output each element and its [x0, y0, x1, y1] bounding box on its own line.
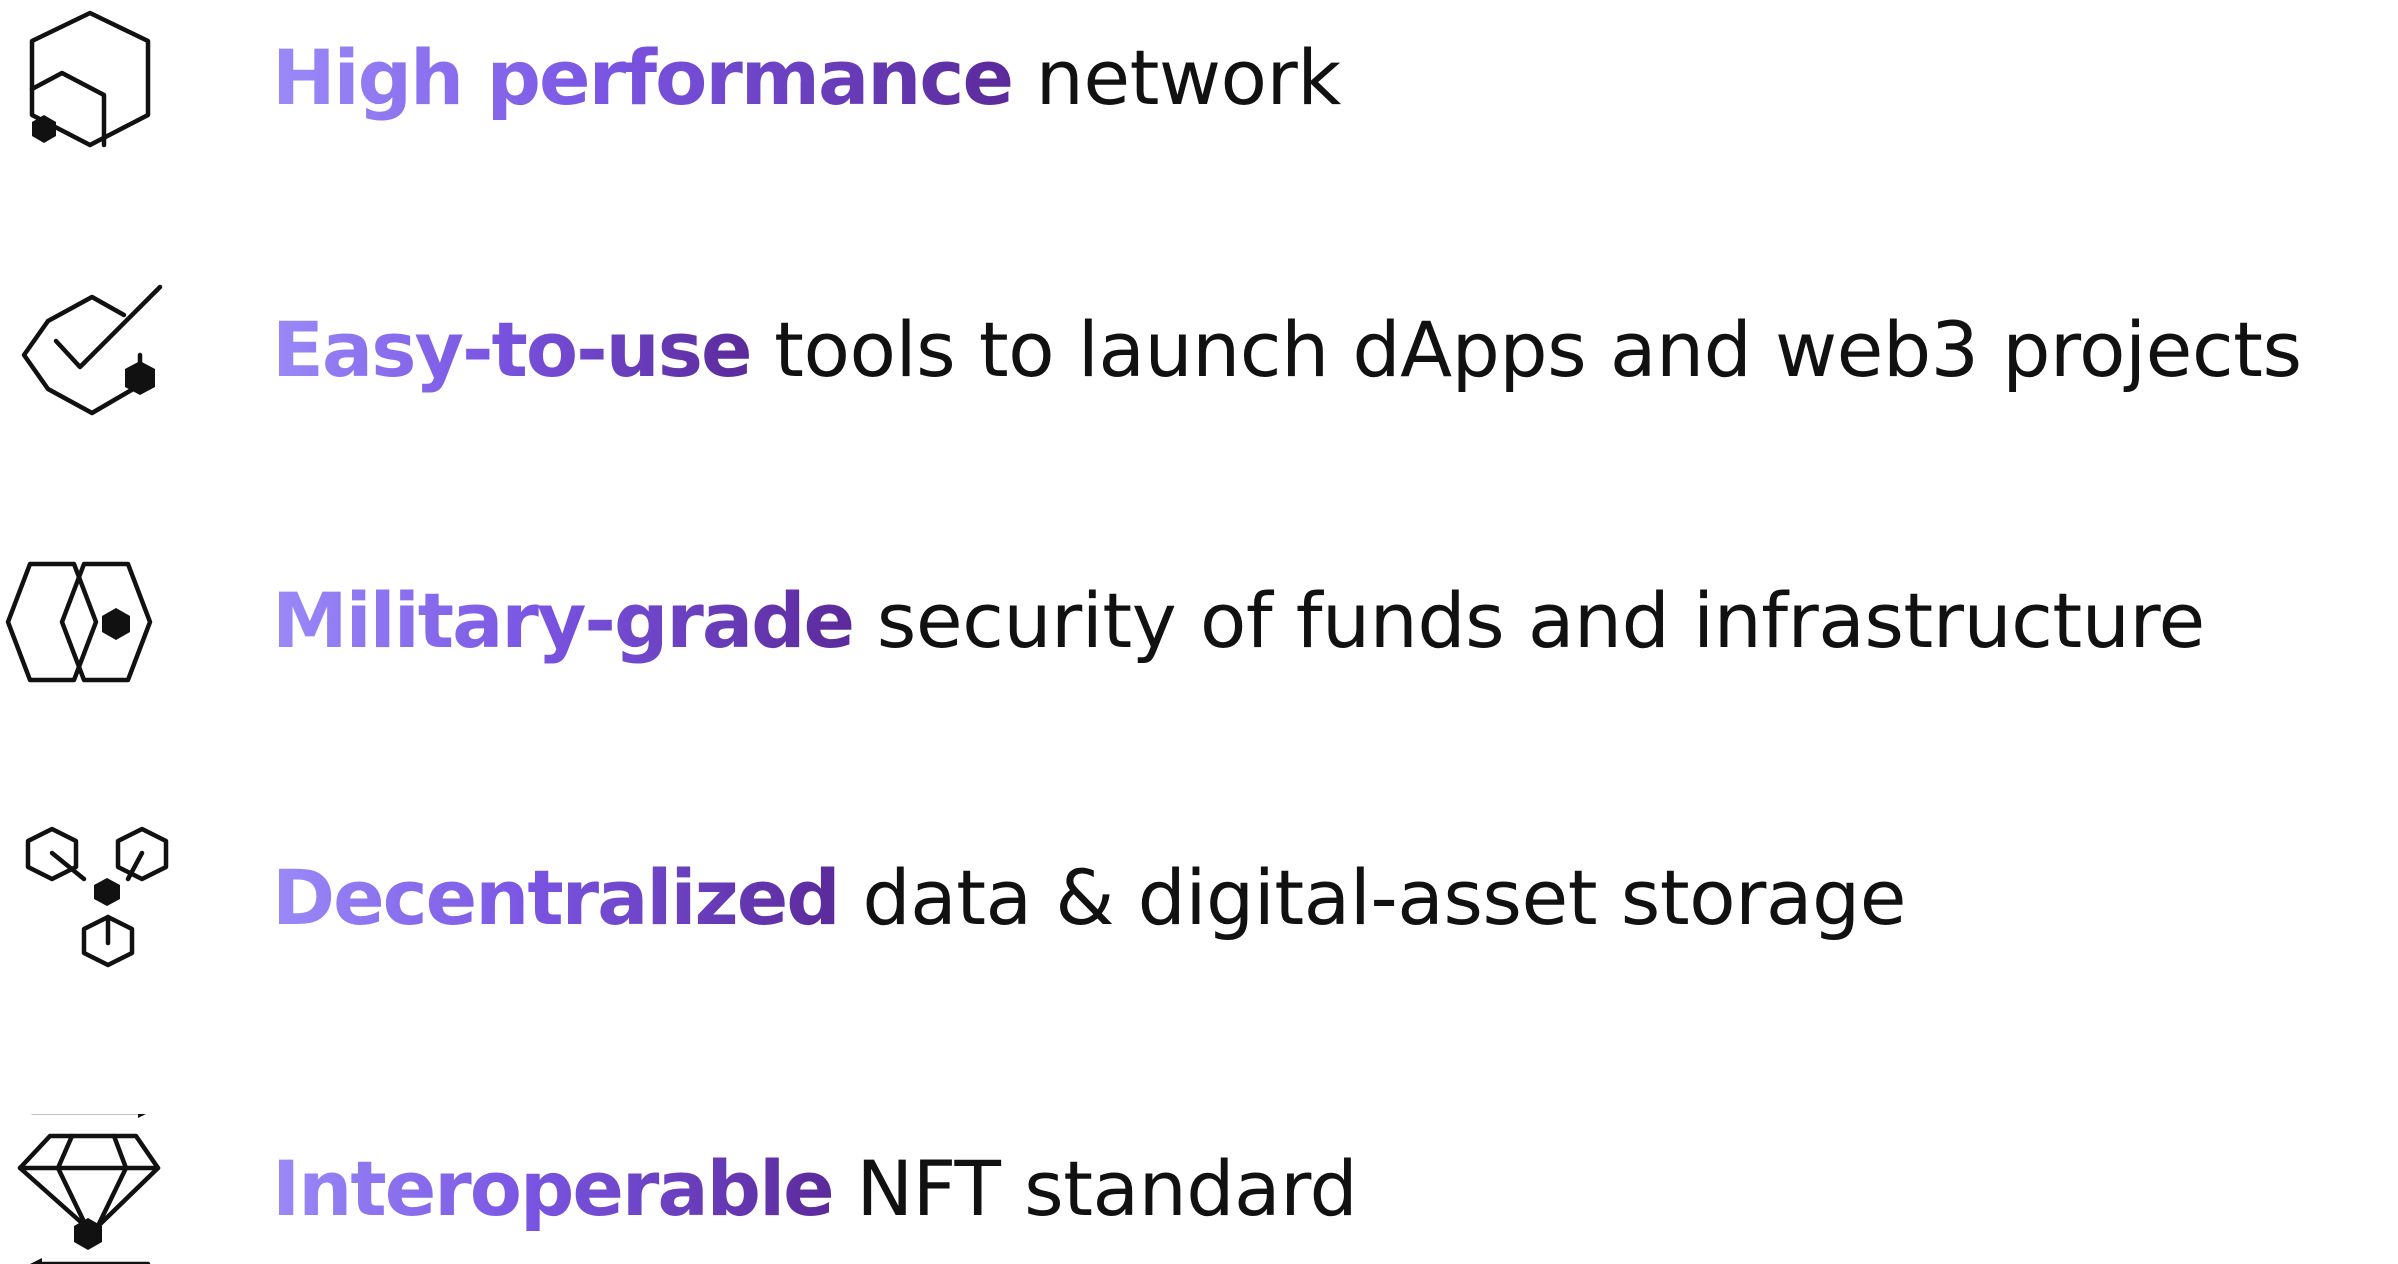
gem-transfer-icon — [0, 1114, 180, 1264]
feature-item-easy-to-use: Easy-to-use tools to launch dApps and we… — [0, 275, 2398, 425]
feature-highlight: Easy-to-use — [272, 305, 752, 394]
feature-item-interoperable: Interoperable NFT standard — [0, 1114, 2398, 1264]
feature-description: NFT standard — [832, 1144, 1358, 1233]
feature-description: data & digital-asset storage — [838, 853, 1906, 942]
feature-highlight: High performance — [272, 33, 1014, 122]
feature-item-security: Military-grade security of funds and inf… — [0, 546, 2398, 696]
interlocked-hexagons-icon — [0, 546, 180, 696]
feature-description: security of funds and infrastructure — [853, 576, 2205, 665]
feature-list: High performance network Easy-to-use too… — [0, 0, 2398, 1264]
feature-description: tools to launch dApps and web3 projects — [750, 305, 2302, 394]
feature-text: Easy-to-use tools to launch dApps and we… — [272, 275, 2302, 425]
feature-highlight: Interoperable — [272, 1144, 835, 1233]
feature-highlight: Military-grade — [272, 576, 855, 665]
checkmark-hexagon-icon — [0, 275, 180, 425]
feature-item-performance: High performance network — [0, 3, 2398, 153]
feature-text: Military-grade security of funds and inf… — [272, 546, 2205, 696]
feature-text: Interoperable NFT standard — [272, 1114, 1358, 1264]
feature-text: Decentralized data & digital-asset stora… — [272, 823, 1906, 973]
feature-description: network — [1012, 33, 1342, 122]
distributed-nodes-icon — [0, 823, 180, 973]
performance-hexagon-icon — [0, 3, 180, 153]
feature-item-decentralized: Decentralized data & digital-asset stora… — [0, 823, 2398, 973]
feature-highlight: Decentralized — [272, 853, 841, 942]
feature-text: High performance network — [272, 3, 1341, 153]
